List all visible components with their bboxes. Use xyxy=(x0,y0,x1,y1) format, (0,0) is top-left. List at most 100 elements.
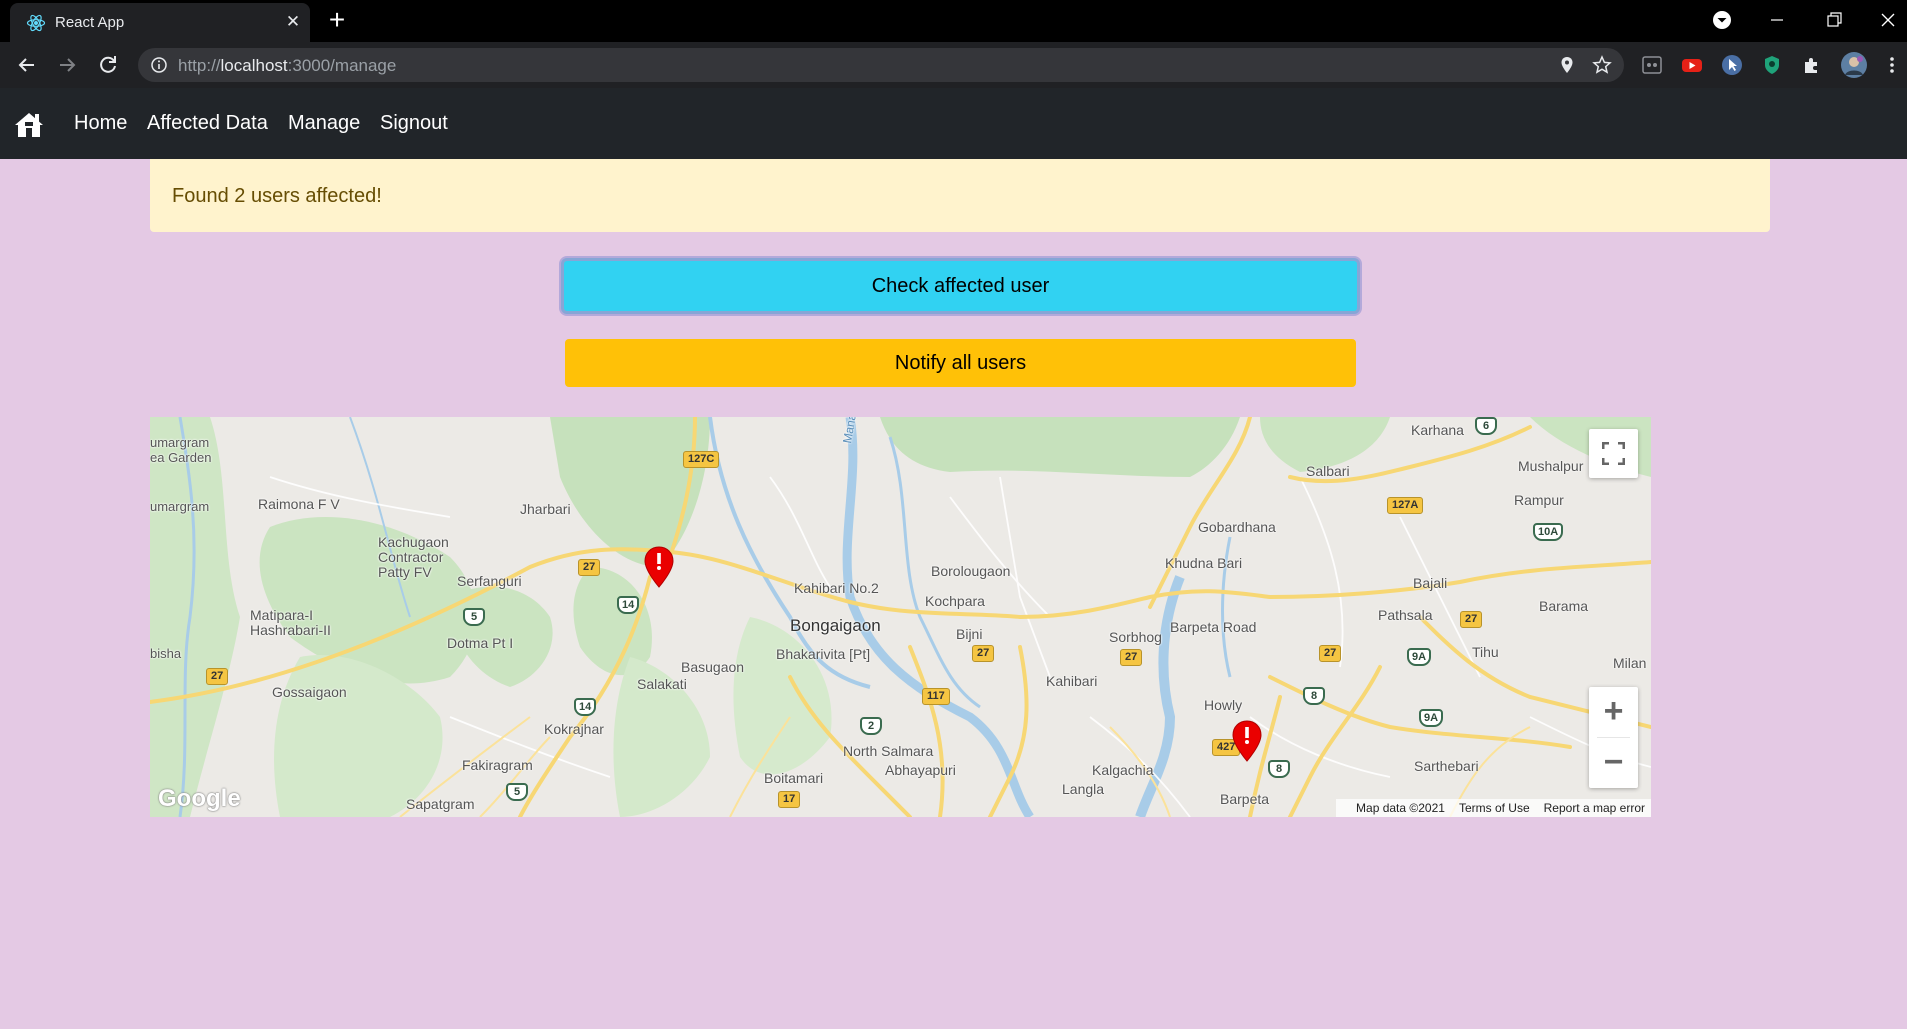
map-label: Bijni xyxy=(956,626,983,642)
map-label: Raimona F V xyxy=(258,496,340,512)
browser-toolbar: http://localhost:3000/manage xyxy=(0,42,1907,88)
road-shield: 2 xyxy=(860,717,882,735)
road-shield: 27 xyxy=(1319,645,1342,662)
tab-title: React App xyxy=(55,14,125,31)
home-icon[interactable] xyxy=(14,111,44,138)
map-label: Howly xyxy=(1204,697,1243,713)
road-shield: 9A xyxy=(1407,648,1432,666)
url-prefix: http:// xyxy=(178,56,221,75)
map-label: Kochpara xyxy=(925,593,985,609)
map-label: Pathsala xyxy=(1378,607,1433,623)
road-shield: 117 xyxy=(922,688,950,705)
extension-cursor-icon[interactable] xyxy=(1720,53,1744,77)
map-label: Karhana xyxy=(1411,422,1464,438)
check-affected-user-button[interactable]: Check affected user xyxy=(561,258,1360,314)
back-arrow-icon[interactable] xyxy=(14,52,40,78)
map-label: North Salmara xyxy=(843,743,934,759)
url-host: localhost xyxy=(220,56,288,75)
map-label: Barpeta xyxy=(1220,791,1270,807)
map-label: Khudna Bari xyxy=(1165,555,1243,571)
road-shield: 8 xyxy=(1268,760,1290,778)
map-label: Jharbari xyxy=(520,501,571,517)
map-label: Tihu xyxy=(1472,644,1499,660)
road-shield: 5 xyxy=(506,783,528,801)
tab-search-icon[interactable] xyxy=(1706,6,1738,34)
road-shield: 6 xyxy=(1475,417,1497,435)
react-icon xyxy=(26,14,46,32)
map-label: Salakati xyxy=(637,676,687,692)
url-path: :3000/manage xyxy=(287,56,397,75)
map-label: Boitamari xyxy=(764,770,824,786)
map-label: Salbari xyxy=(1306,463,1350,479)
location-pin-icon[interactable] xyxy=(1558,56,1576,74)
affected-user-marker[interactable] xyxy=(644,546,674,588)
browser-tab[interactable]: React App ✕ xyxy=(10,3,310,42)
road-shield: 27 xyxy=(1120,649,1143,666)
map-label: Abhayapuri xyxy=(885,762,956,778)
fullscreen-button[interactable] xyxy=(1589,429,1638,478)
tab-close-icon[interactable]: ✕ xyxy=(282,11,304,33)
forward-arrow-icon[interactable] xyxy=(54,52,80,78)
nav-manage[interactable]: Manage xyxy=(288,112,360,135)
road-shield: 8 xyxy=(1303,687,1325,705)
road-shield: 5 xyxy=(463,608,485,626)
browser-tabstrip: React App ✕ + xyxy=(0,0,1907,42)
alert-text: Found 2 users affected! xyxy=(172,185,382,207)
google-logo: Google xyxy=(158,785,241,812)
extension-screen-icon[interactable] xyxy=(1640,53,1664,77)
map-label: Borolougaon xyxy=(931,563,1011,579)
map-label: Bajali xyxy=(1413,575,1448,591)
profile-avatar[interactable] xyxy=(1840,51,1868,79)
map-label: umargram ea Garden xyxy=(150,435,212,465)
map-label: Serfanguri xyxy=(457,573,522,589)
map-label: Dotma Pt I xyxy=(447,635,514,651)
road-shield: 10A xyxy=(1533,523,1564,541)
map-view[interactable]: Karhana Salbari Mushalpur Rampur Raimona… xyxy=(150,417,1651,817)
map-label: Kachugaon Contractor Patty FV xyxy=(378,534,449,580)
close-window-icon[interactable] xyxy=(1872,6,1904,34)
report-map-error-link[interactable]: Report a map error xyxy=(1544,801,1645,815)
reload-icon[interactable] xyxy=(95,52,121,78)
minimize-icon[interactable] xyxy=(1761,6,1793,34)
map-label: Mushalpur xyxy=(1518,458,1584,474)
url-text[interactable]: http://localhost:3000/manage xyxy=(178,56,396,76)
extensions-puzzle-icon[interactable] xyxy=(1800,53,1824,77)
new-tab-button[interactable]: + xyxy=(324,6,350,34)
map-label: Barama xyxy=(1539,598,1589,614)
extension-youtube-icon[interactable] xyxy=(1680,53,1704,77)
nav-home[interactable]: Home xyxy=(74,112,127,135)
map-label: Matipara-I Hashrabari-II xyxy=(250,607,331,638)
affected-users-alert: Found 2 users affected! xyxy=(150,159,1770,232)
nav-signout[interactable]: Signout xyxy=(380,112,448,135)
road-shield: 17 xyxy=(778,791,801,808)
map-label: Bhakarivita [Pt] xyxy=(776,646,871,662)
fullscreen-icon xyxy=(1602,442,1625,465)
map-label: Milan xyxy=(1613,655,1647,671)
map-label: Gossaigaon xyxy=(272,684,347,700)
map-label: Langla xyxy=(1062,781,1105,797)
zoom-in-button[interactable]: + xyxy=(1589,687,1638,737)
map-label: Sorbhog xyxy=(1109,629,1162,645)
bookmark-star-icon[interactable] xyxy=(1592,55,1612,75)
map-label: Kalgachia xyxy=(1092,762,1154,778)
notify-all-users-button[interactable]: Notify all users xyxy=(565,339,1356,387)
terms-of-use-link[interactable]: Terms of Use xyxy=(1459,801,1530,815)
restore-icon[interactable] xyxy=(1818,6,1850,34)
road-shield: 14 xyxy=(617,596,640,614)
site-info-icon[interactable] xyxy=(150,56,168,74)
map-label: Basugaon xyxy=(681,659,745,675)
address-bar[interactable]: http://localhost:3000/manage xyxy=(138,48,1624,82)
map-label: Kokrajhar xyxy=(544,721,604,737)
nav-affected-data[interactable]: Affected Data xyxy=(147,112,268,135)
zoom-out-button[interactable]: − xyxy=(1589,738,1638,788)
extension-shield-icon[interactable] xyxy=(1760,53,1784,77)
map-label: bisha xyxy=(150,646,182,661)
road-shield: 9A xyxy=(1419,709,1444,727)
road-shield: 27 xyxy=(578,559,601,576)
road-shield: 27 xyxy=(206,668,229,685)
affected-user-marker[interactable] xyxy=(1232,720,1262,762)
map-label: Fakiragram xyxy=(462,757,533,773)
app-navbar: Home Affected Data Manage Signout xyxy=(0,88,1907,159)
browser-menu-icon[interactable] xyxy=(1880,53,1904,77)
road-shield: 14 xyxy=(574,698,597,716)
